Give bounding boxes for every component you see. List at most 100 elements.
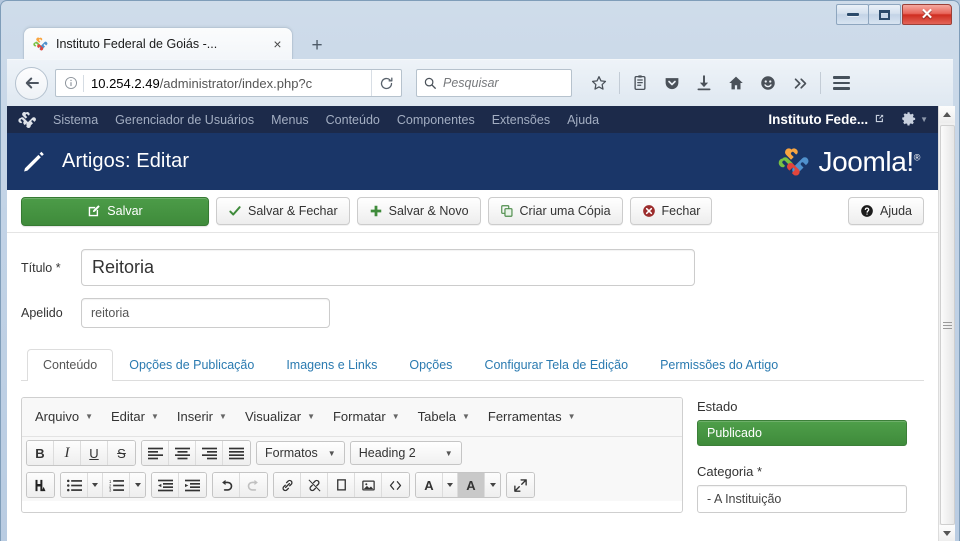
site-name-label[interactable]: Instituto Fede... [768,112,868,127]
menu-inserir[interactable]: Inserir ▼ [168,403,236,430]
source-code-icon[interactable] [382,473,409,497]
formats-dropdown[interactable]: Formatos ▼ [256,441,345,465]
scroll-down-button[interactable] [939,525,955,541]
external-link-icon[interactable] [874,113,885,127]
tab-opcoes[interactable]: Opções [393,349,468,381]
italic-icon[interactable]: I [54,441,81,465]
site-info-icon[interactable] [62,76,80,90]
menu-formatar[interactable]: Formatar ▼ [324,403,409,430]
outdent-icon[interactable] [152,473,179,497]
background-color-chevron-icon[interactable] [485,473,500,497]
numbered-list-icon[interactable]: 123 [103,473,130,497]
numbered-list-chevron-icon[interactable] [130,473,145,497]
search-replace-icon[interactable] [27,473,54,497]
star-icon[interactable] [584,68,614,98]
page-scrollbar[interactable] [938,106,955,541]
maximize-icon [879,9,890,20]
close-icon: ✕ [920,6,934,23]
align-right-icon[interactable] [196,441,223,465]
window-controls: ✕ [836,4,952,26]
bold-icon[interactable]: B [27,441,54,465]
address-bar[interactable]: 10.254.2.49/administrator/index.php?c [55,69,402,97]
save-and-close-button[interactable]: Salvar & Fechar [216,197,350,225]
browser-navigation-toolbar: 10.254.2.49/administrator/index.php?c Pe… [7,59,953,106]
status-select[interactable]: Publicado [697,420,907,446]
redo-icon[interactable] [240,473,267,497]
nav-item-componentes[interactable]: Componentes [397,113,475,127]
create-copy-button[interactable]: Criar uma Cópia [487,197,623,225]
nav-item-gerenciador-de-usuarios[interactable]: Gerenciador de Usuários [115,113,254,127]
nav-item-menus[interactable]: Menus [271,113,309,127]
menu-editar[interactable]: Editar ▼ [102,403,168,430]
close-button[interactable]: Fechar [629,197,713,225]
tab-conteudo[interactable]: Conteúdo [27,349,114,381]
heading-dropdown[interactable]: Heading 2 ▼ [349,441,462,465]
tab-configurar-tela-de-edicao[interactable]: Configurar Tela de Edição [468,349,644,381]
window-frame: ✕ Instituto Federal de Goiás -... × + 10… [0,0,960,541]
nav-item-conteudo[interactable]: Conteúdo [326,113,380,127]
underline-icon[interactable]: U [81,441,108,465]
title-input[interactable]: Reitoria [81,249,695,286]
nav-item-ajuda[interactable]: Ajuda [567,113,599,127]
tab-close-icon[interactable]: × [269,35,286,52]
joomla-logo-icon[interactable] [17,109,39,131]
text-color-chevron-icon[interactable] [443,473,458,497]
undo-icon[interactable] [213,473,240,497]
anchor-icon[interactable] [328,473,355,497]
menu-ferramentas[interactable]: Ferramentas ▼ [479,403,585,430]
menu-tabela[interactable]: Tabela ▼ [409,403,479,430]
fullscreen-icon[interactable] [507,473,534,497]
overflow-chevrons-icon[interactable] [785,68,815,98]
alignment-group [141,440,251,466]
tab-permissoes-do-artigo[interactable]: Permissões do Artigo [644,349,794,381]
text-color-icon[interactable]: A [416,473,443,497]
scroll-up-button[interactable] [939,106,955,123]
reader-list-icon[interactable] [625,68,655,98]
tab-imagens-e-links[interactable]: Imagens e Links [270,349,393,381]
scrollbar-thumb[interactable] [940,125,955,525]
chevron-down-icon: ▼ [391,412,400,421]
save-and-new-label: Salvar & Novo [388,204,469,218]
maximize-button[interactable] [868,4,901,25]
bullet-list-chevron-icon[interactable] [88,473,103,497]
close-window-button[interactable]: ✕ [902,4,952,25]
category-select[interactable]: - A Instituição [697,485,907,513]
reload-button[interactable] [371,70,401,96]
strikethrough-icon[interactable]: S [108,441,135,465]
tab-opcoes-de-publicacao[interactable]: Opções de Publicação [113,349,270,381]
new-tab-button[interactable]: + [303,33,331,57]
nav-item-extensoes[interactable]: Extensões [492,113,550,127]
bullet-list-icon[interactable] [61,473,88,497]
save-button[interactable]: Salvar [21,196,209,226]
help-label: Ajuda [880,204,912,218]
help-button[interactable]: Ajuda [848,197,924,225]
nav-item-sistema[interactable]: Sistema [53,113,98,127]
align-left-icon[interactable] [142,441,169,465]
alias-input[interactable]: reitoria [81,298,330,328]
save-and-new-button[interactable]: Salvar & Novo [356,197,481,225]
unlink-icon[interactable] [301,473,328,497]
menu-arquivo[interactable]: Arquivo ▼ [26,403,102,430]
article-sidebar: Estado Publicado Categoria * - A Institu… [697,397,907,513]
link-icon[interactable] [274,473,301,497]
hamburger-menu-icon[interactable] [826,68,856,98]
editor-toolbar-row-2: 123 A A [22,469,682,501]
align-justify-icon[interactable] [223,441,250,465]
background-color-icon[interactable]: A [458,473,485,497]
pocket-icon[interactable] [657,68,687,98]
chevron-down-icon[interactable]: ▼ [920,115,928,124]
align-center-icon[interactable] [169,441,196,465]
indent-icon[interactable] [179,473,206,497]
smiley-icon[interactable] [753,68,783,98]
back-button[interactable] [15,66,48,100]
download-icon[interactable] [689,68,719,98]
joomla-brand: Joomla!® [777,145,920,179]
gear-icon[interactable] [901,111,916,129]
home-icon[interactable] [721,68,751,98]
image-icon[interactable] [355,473,382,497]
search-input[interactable]: Pesquisar [416,69,572,97]
menu-visualizar[interactable]: Visualizar ▼ [236,403,324,430]
page-viewport: Sistema Gerenciador de Usuários Menus Co… [7,106,955,541]
browser-tab[interactable]: Instituto Federal de Goiás -... × [23,27,293,59]
minimize-button[interactable] [836,4,869,25]
